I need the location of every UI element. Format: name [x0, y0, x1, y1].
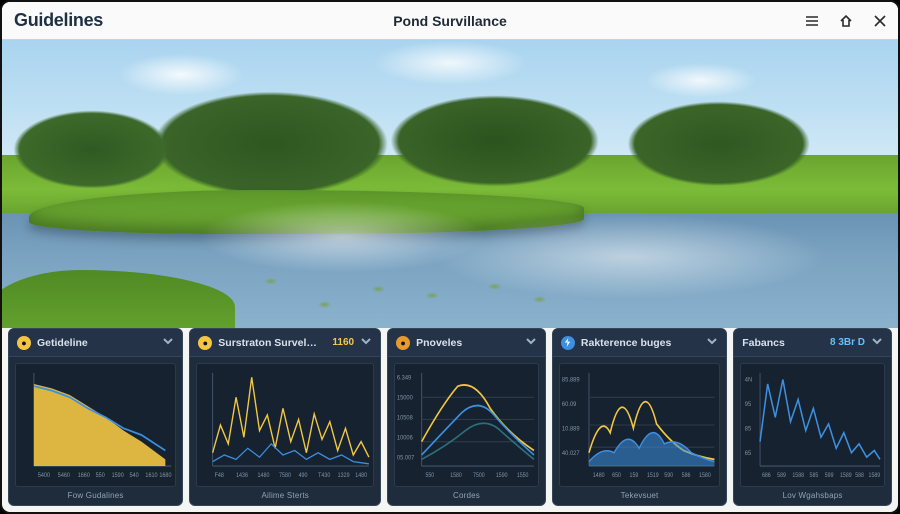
chevron-down-icon[interactable] — [162, 334, 174, 352]
close-icon[interactable] — [872, 13, 888, 29]
svg-text:1580: 1580 — [699, 473, 711, 479]
svg-text:1590: 1590 — [496, 473, 508, 479]
panel-footer: Ailime Sterts — [190, 489, 380, 505]
window-controls — [804, 13, 888, 29]
svg-text:65: 65 — [745, 450, 752, 458]
svg-text:7500: 7500 — [473, 473, 485, 479]
hero-grass-island — [29, 190, 585, 234]
svg-text:1680: 1680 — [159, 473, 171, 479]
svg-text:585: 585 — [810, 473, 819, 479]
chart-surveillance: F48 1436 1480 7580 490 T430 1329 1480 — [196, 363, 374, 487]
svg-text:540: 540 — [129, 473, 138, 479]
svg-text:588: 588 — [855, 473, 864, 479]
svg-text:5400: 5400 — [38, 473, 50, 479]
panel-header[interactable]: Rakterence buges — [553, 329, 726, 357]
svg-text:159: 159 — [629, 473, 638, 479]
panel-guidelines: ● Getideline 5400 5460 1660 550 1590 540 16101… — [8, 328, 183, 506]
panel-fabancs: Fabancs 8 3Br D 4N 95 85 65 686 589 1588 585 59… — [733, 328, 892, 506]
panel-footer: Fow Gudalines — [9, 489, 182, 505]
panel-title: Fabancs — [742, 337, 820, 349]
dot-icon: ● — [17, 336, 31, 350]
svg-text:1588: 1588 — [793, 473, 805, 479]
chevron-down-icon[interactable] — [525, 334, 537, 352]
chart-reference: 85.889 60.09 10.889 40.027 1480 650 159 1519 59… — [559, 363, 720, 487]
svg-text:590: 590 — [664, 473, 673, 479]
svg-text:F48: F48 — [215, 473, 224, 479]
svg-text:589: 589 — [777, 473, 786, 479]
chart-fabancs: 4N958565 686589158858559915895881589 — [740, 363, 885, 487]
panels-row: ● Getideline 540054601660550159054016101… — [8, 328, 892, 506]
svg-text:586: 586 — [682, 473, 691, 479]
app-window: Guidelines Pond Survillance ● Getideline — [0, 0, 900, 514]
svg-text:1329: 1329 — [338, 473, 350, 479]
panel-header[interactable]: Fabancs 8 3Br D — [734, 329, 891, 357]
panel-title: Surstraton Survelance — [218, 337, 322, 349]
svg-text:7580: 7580 — [279, 473, 291, 479]
svg-text:1550: 1550 — [517, 473, 529, 479]
svg-text:490: 490 — [299, 473, 308, 479]
panel-footer: Cordes — [388, 489, 545, 505]
svg-text:1480: 1480 — [258, 473, 270, 479]
svg-text:1436: 1436 — [236, 473, 248, 479]
titlebar: Guidelines Pond Survillance — [2, 2, 898, 40]
svg-text:40.027: 40.027 — [562, 450, 580, 457]
chevron-down-icon[interactable] — [706, 334, 718, 352]
svg-text:1480: 1480 — [593, 473, 605, 479]
svg-text:599: 599 — [825, 473, 834, 479]
svg-text:85: 85 — [745, 425, 752, 433]
page-title: Pond Survillance — [2, 13, 898, 29]
chevron-down-icon[interactable] — [360, 334, 372, 352]
svg-text:650: 650 — [612, 473, 621, 479]
svg-text:15000: 15000 — [397, 394, 413, 402]
svg-text:10006: 10006 — [397, 434, 413, 442]
svg-text:10508: 10508 — [397, 414, 413, 422]
chevron-down-icon[interactable] — [871, 334, 883, 352]
svg-text:4N: 4N — [745, 376, 752, 384]
svg-text:60.09: 60.09 — [562, 401, 577, 408]
svg-text:550: 550 — [96, 473, 105, 479]
panel-header[interactable]: ● Pnoveles — [388, 329, 545, 357]
svg-text:1590: 1590 — [112, 473, 124, 479]
dot-icon: ● — [396, 336, 410, 350]
panel-pnoveles: ● Pnoveles 6.349 15000 10508 10006 05.007 55… — [387, 328, 546, 506]
svg-text:10.889: 10.889 — [562, 425, 580, 432]
svg-text:5460: 5460 — [58, 473, 70, 479]
svg-text:05.007: 05.007 — [397, 454, 415, 462]
panel-reference: Rakterence buges 85.889 60.09 10.889 40.027… — [552, 328, 727, 506]
home-icon[interactable] — [838, 13, 854, 29]
chart-guidelines: 5400 5460 1660 550 1590 540 16101680 — [15, 363, 176, 487]
panel-header[interactable]: ● Surstraton Survelance 1160 — [190, 329, 380, 357]
svg-text:1610: 1610 — [145, 473, 157, 479]
panel-title: Rakterence buges — [581, 337, 700, 349]
svg-text:6.349: 6.349 — [397, 374, 412, 382]
panel-title: Getideline — [37, 337, 156, 349]
svg-text:95: 95 — [745, 401, 752, 409]
svg-text:1589: 1589 — [869, 473, 881, 479]
panel-footer: Tekevsuet — [553, 489, 726, 505]
svg-text:1589: 1589 — [840, 473, 852, 479]
panel-title: Pnoveles — [416, 337, 519, 349]
panel-value: 8 3Br D — [830, 337, 865, 348]
svg-text:1580: 1580 — [450, 473, 462, 479]
panel-surveillance: ● Surstraton Survelance 1160 F48 1436 1480… — [189, 328, 381, 506]
hero-grass-foreground — [2, 270, 235, 328]
hero-pond-image — [2, 40, 898, 328]
dot-icon: ● — [198, 336, 212, 350]
panel-value: 1160 — [332, 337, 354, 348]
svg-text:550: 550 — [426, 473, 435, 479]
svg-text:T430: T430 — [318, 473, 330, 479]
svg-text:1519: 1519 — [647, 473, 659, 479]
svg-text:686: 686 — [762, 473, 771, 479]
menu-icon[interactable] — [804, 13, 820, 29]
lightning-icon — [561, 336, 575, 350]
svg-text:1660: 1660 — [78, 473, 90, 479]
chart-pnoveles: 6.349 15000 10508 10006 05.007 550 1580 7500 15… — [394, 363, 539, 487]
app-title: Guidelines — [14, 10, 103, 31]
svg-text:1480: 1480 — [356, 473, 368, 479]
panel-header[interactable]: ● Getideline — [9, 329, 182, 357]
panel-footer: Lov Wgahsbaps — [734, 489, 891, 505]
svg-text:85.889: 85.889 — [562, 376, 580, 383]
